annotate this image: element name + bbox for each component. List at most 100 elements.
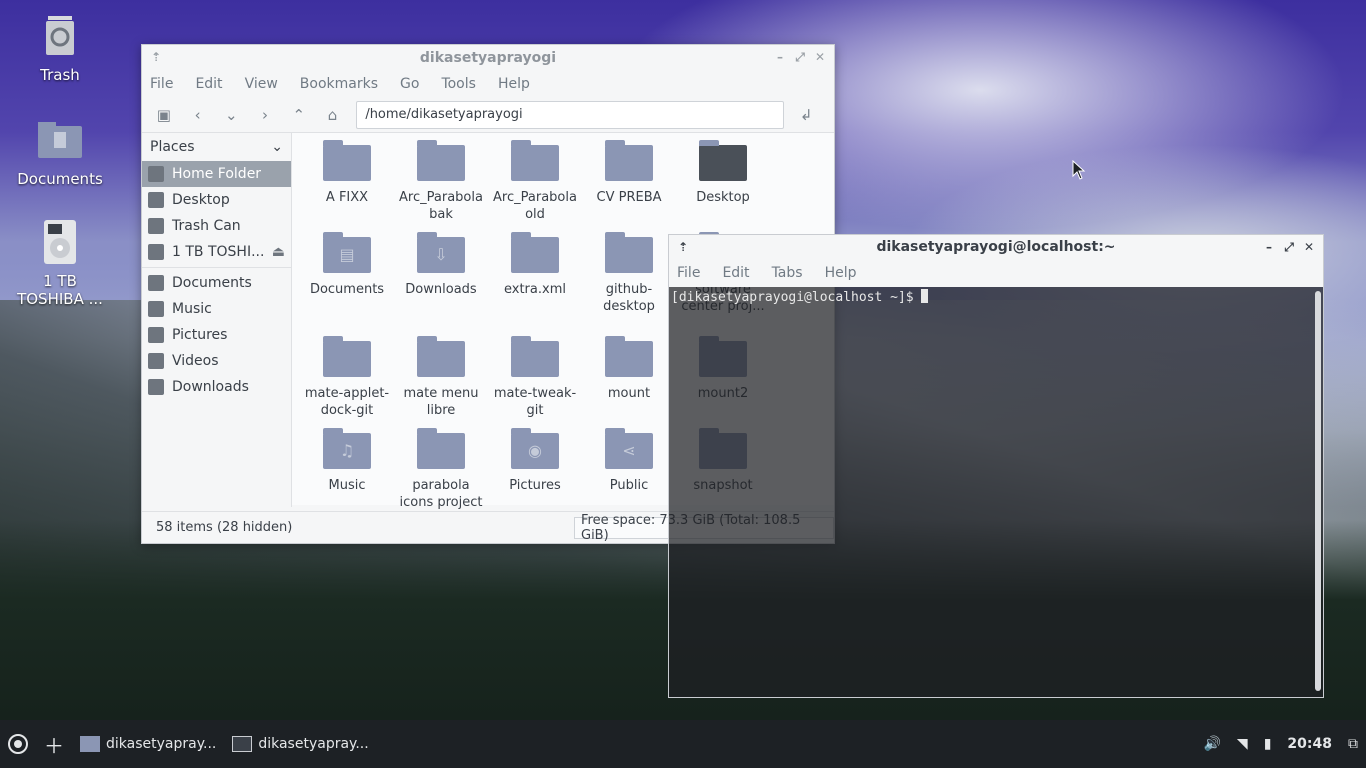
window-titlebar[interactable]: ⇡ dikasetyaprayogi@localhost:~ – ⤢ ✕ [669, 235, 1323, 259]
pin-icon[interactable]: ⇡ [675, 239, 691, 255]
desktop-icon [148, 192, 164, 208]
maximize-button[interactable]: ⤢ [792, 49, 808, 65]
volume-icon[interactable]: 🔊 [1203, 736, 1220, 752]
sidebar-item-pictures[interactable]: Pictures [142, 322, 291, 348]
menu-help[interactable]: Help [498, 76, 530, 92]
file-label: Public [609, 478, 649, 493]
file-item[interactable]: Desktop [676, 133, 770, 206]
trash-icon [148, 218, 164, 234]
file-item[interactable]: parabola icons project [394, 421, 488, 511]
file-item[interactable]: mate-applet- dock-git [300, 329, 394, 419]
file-label: github- desktop [603, 282, 655, 314]
shell-prompt: [dikasetyaprayogi@localhost ~]$ [671, 290, 922, 305]
history-chevron-icon[interactable]: ⌄ [217, 102, 245, 128]
show-desktop-icon[interactable]: ⧉ [1348, 736, 1358, 752]
menu-edit[interactable]: Edit [195, 76, 222, 92]
app-menu-icon [8, 734, 28, 754]
file-item[interactable]: mate-tweak- git [488, 329, 582, 419]
new-tab-icon[interactable]: ▣ [150, 102, 178, 128]
forward-icon[interactable]: › [251, 102, 279, 128]
app-menu-button[interactable] [0, 720, 36, 768]
minimize-button[interactable]: – [1261, 239, 1277, 255]
close-button[interactable]: ✕ [1301, 239, 1317, 255]
menu-help[interactable]: Help [825, 265, 857, 281]
file-item[interactable]: ◉ Pictures [488, 421, 582, 494]
file-item[interactable]: CV PREBA [582, 133, 676, 206]
drive-icon [148, 244, 164, 260]
window-title: dikasetyaprayogi [419, 50, 557, 66]
file-item[interactable]: mount [582, 329, 676, 402]
menu-edit[interactable]: Edit [722, 265, 749, 281]
menu-tools[interactable]: Tools [441, 76, 476, 92]
menu-view[interactable]: View [245, 76, 278, 92]
taskbar: ＋ dikasetyapray... dikasetyapray... 🔊 ◥ … [0, 720, 1366, 768]
back-icon[interactable]: ‹ [184, 102, 212, 128]
close-button[interactable]: ✕ [812, 49, 828, 65]
folder-icon [605, 336, 653, 377]
toolbar: ▣ ‹ ⌄ › ⌃ ⌂ /home/dikasetyaprayogi ↲ [142, 97, 834, 133]
scrollbar[interactable] [1315, 291, 1321, 691]
file-item[interactable]: github- desktop [582, 225, 676, 315]
sidebar-item-music[interactable]: Music [142, 296, 291, 322]
mouse-pointer-icon [1072, 160, 1086, 180]
wifi-icon[interactable]: ◥ [1237, 736, 1248, 752]
file-label: Documents [309, 282, 385, 297]
file-item[interactable]: Arc_Parabola bak [394, 133, 488, 223]
desktop-icon-trash[interactable]: Trash [5, 12, 115, 84]
public-folder-icon: ⋖ [605, 428, 653, 469]
home-icon[interactable]: ⌂ [319, 102, 347, 128]
menu-go[interactable]: Go [400, 76, 419, 92]
task-file-manager[interactable]: dikasetyapray... [72, 720, 224, 768]
file-label: Arc_Parabola old [493, 190, 577, 222]
file-label: Arc_Parabola bak [399, 190, 483, 222]
sidebar-item-desktop[interactable]: Desktop [142, 187, 291, 213]
location-input[interactable]: /home/dikasetyaprayogi [356, 100, 785, 129]
folder-icon [80, 736, 100, 752]
file-item[interactable]: ⇩ Downloads [394, 225, 488, 298]
sidebar-item-documents[interactable]: Documents [142, 270, 291, 296]
home-icon [148, 166, 164, 182]
chevron-down-icon[interactable]: ⌄ [271, 139, 283, 155]
up-icon[interactable]: ⌃ [285, 102, 313, 128]
sidebar-item-trash[interactable]: Trash Can [142, 213, 291, 239]
sidebar-item-drive[interactable]: 1 TB TOSHI... ⏏ [142, 239, 291, 265]
sidebar-item-home[interactable]: Home Folder [142, 161, 291, 187]
sidebar-item-videos[interactable]: Videos [142, 348, 291, 374]
folder-icon [417, 428, 465, 469]
pin-icon[interactable]: ⇡ [148, 49, 164, 65]
go-icon[interactable]: ↲ [792, 102, 820, 128]
maximize-button[interactable]: ⤢ [1281, 239, 1297, 255]
file-label: extra.xml [504, 282, 566, 297]
file-item[interactable]: A FIXX [300, 133, 394, 206]
folder-icon [323, 336, 371, 377]
menu-bookmarks[interactable]: Bookmarks [300, 76, 378, 92]
eject-icon[interactable]: ⏏ [272, 244, 285, 260]
battery-icon[interactable]: ▮ [1264, 736, 1272, 752]
file-item[interactable]: Arc_Parabola old [488, 133, 582, 223]
sidebar-item-downloads[interactable]: Downloads [142, 374, 291, 400]
clock[interactable]: 20:48 [1287, 736, 1332, 752]
sidebar-item-label: Music [172, 301, 212, 317]
task-terminal[interactable]: dikasetyapray... [224, 720, 376, 768]
minimize-button[interactable]: – [772, 49, 788, 65]
folder-icon [323, 140, 371, 181]
task-label: dikasetyapray... [258, 736, 369, 752]
window-titlebar[interactable]: ⇡ dikasetyaprayogi – ⤢ ✕ [142, 45, 834, 71]
file-item[interactable]: extra.xml [488, 225, 582, 298]
menu-file[interactable]: File [677, 265, 700, 281]
file-label: parabola icons project [399, 478, 483, 510]
file-item[interactable]: ⋖ Public [582, 421, 676, 494]
sidebar-separator [142, 267, 291, 268]
desktop-icon-drive[interactable]: 1 TB TOSHIBA ... [5, 218, 115, 308]
file-item[interactable]: mate menu libre [394, 329, 488, 419]
desktop-icon-documents[interactable]: Documents [5, 116, 115, 188]
menu-tabs[interactable]: Tabs [772, 265, 803, 281]
file-item[interactable]: ♫ Music [300, 421, 394, 494]
add-launcher-button[interactable]: ＋ [36, 720, 72, 768]
music-folder-icon: ♫ [323, 428, 371, 469]
places-header[interactable]: Places ⌄ [142, 133, 291, 161]
desktop-icon-label: Documents [17, 170, 103, 188]
terminal-output[interactable]: [dikasetyaprayogi@localhost ~]$ [669, 287, 1311, 697]
file-item[interactable]: ▤ Documents [300, 225, 394, 298]
menu-file[interactable]: File [150, 76, 173, 92]
